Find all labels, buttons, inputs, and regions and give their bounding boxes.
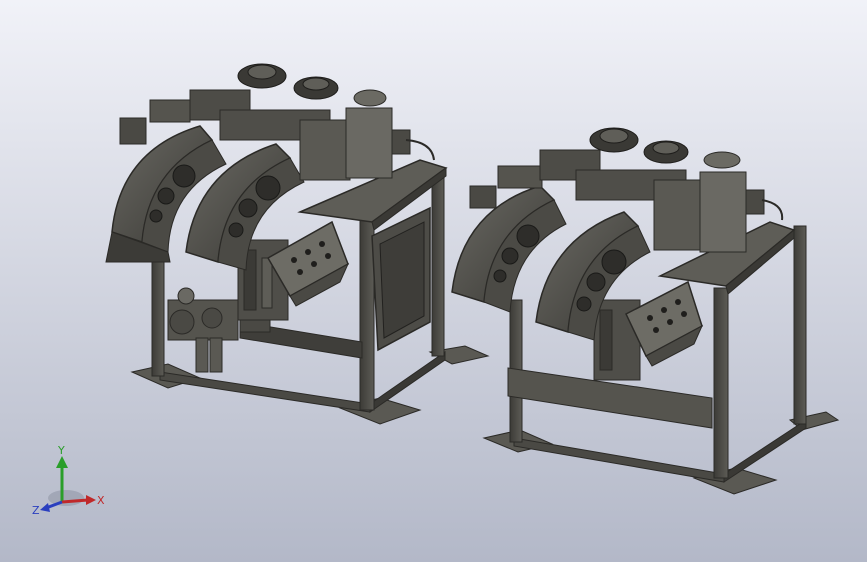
y-axis-arrow-icon (56, 456, 68, 468)
cad-viewport[interactable] (0, 0, 867, 562)
leg-back-right (431, 169, 445, 357)
y-axis-label: Y (57, 444, 65, 457)
x-axis-label: X (97, 494, 105, 507)
leg-front-right (713, 287, 729, 479)
orientation-triad: Y X Z (32, 444, 105, 517)
leg-front-right (359, 219, 375, 411)
x-axis-arrow-icon (86, 495, 96, 505)
triad-shadow (48, 490, 84, 506)
x-axis-line (61, 498, 89, 504)
leg-back-right (793, 225, 807, 425)
z-axis-label: Z (32, 504, 40, 517)
z-axis-arrow-icon (40, 503, 50, 512)
